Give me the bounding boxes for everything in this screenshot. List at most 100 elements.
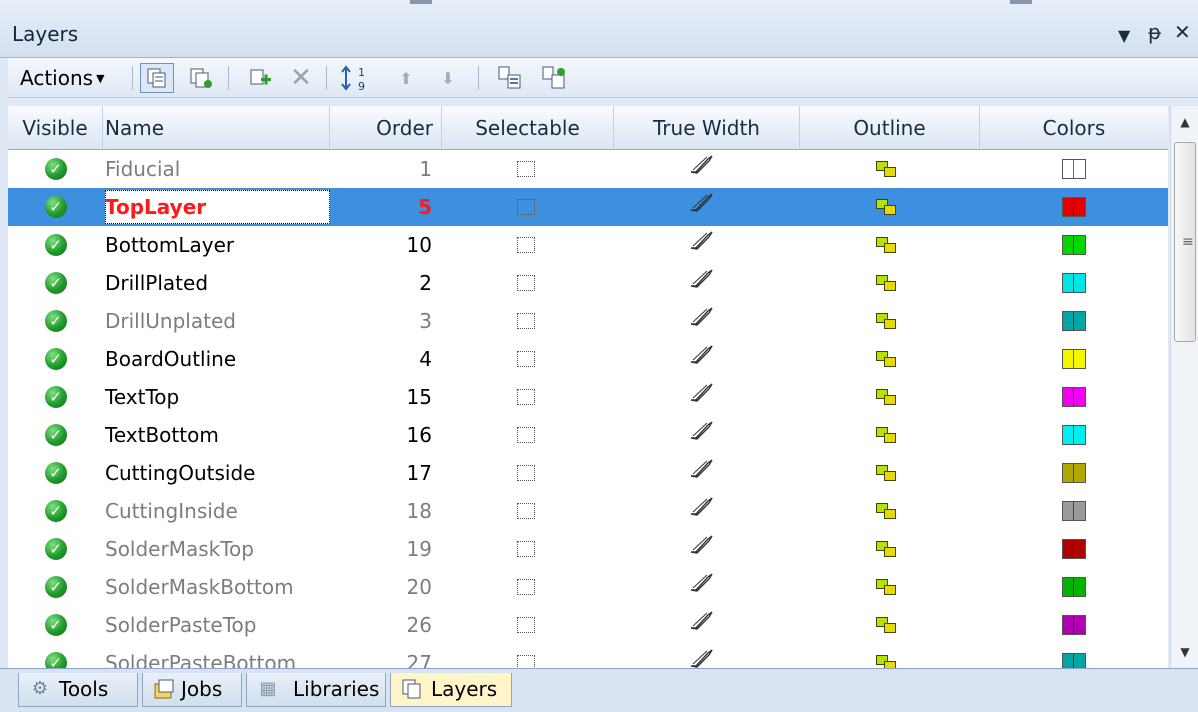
true-width-toggle[interactable] xyxy=(615,188,787,226)
true-width-toggle[interactable] xyxy=(615,416,787,454)
layer-name[interactable]: CuttingOutside xyxy=(105,454,327,492)
outline-toggle[interactable] xyxy=(801,644,971,668)
table-row[interactable]: ✓ TextBottom 16 xyxy=(8,416,1168,454)
selectable-toggle[interactable] xyxy=(446,226,606,264)
outline-toggle[interactable] xyxy=(801,416,971,454)
true-width-toggle[interactable] xyxy=(615,150,787,188)
visible-toggle[interactable]: ✓ xyxy=(8,644,103,668)
layer-order[interactable]: 3 xyxy=(330,302,432,340)
selectable-toggle[interactable] xyxy=(446,606,606,644)
selectable-toggle[interactable] xyxy=(446,188,606,226)
selectable-toggle[interactable] xyxy=(446,340,606,378)
visible-toggle[interactable]: ✓ xyxy=(8,530,103,568)
table-row[interactable]: ✓ SolderMaskTop 19 xyxy=(8,530,1168,568)
selectable-toggle[interactable] xyxy=(446,568,606,606)
actions-dropdown-button[interactable]: Actions ▼ xyxy=(20,63,128,93)
color-swatch-button[interactable] xyxy=(981,302,1167,340)
layer-order[interactable]: 19 xyxy=(330,530,432,568)
layer-order[interactable]: 26 xyxy=(330,606,432,644)
layer-order[interactable]: 5 xyxy=(330,188,432,226)
outline-toggle[interactable] xyxy=(801,150,971,188)
visible-toggle[interactable]: ✓ xyxy=(8,226,103,264)
outline-toggle[interactable] xyxy=(801,606,971,644)
table-row[interactable]: ✓ BottomLayer 10 xyxy=(8,226,1168,264)
export-layers-button[interactable] xyxy=(538,63,572,93)
layer-name[interactable]: BottomLayer xyxy=(105,226,327,264)
color-swatch-button[interactable] xyxy=(981,150,1167,188)
layer-name[interactable]: SolderPasteBottom xyxy=(105,644,327,668)
column-header-colors[interactable]: Colors xyxy=(980,106,1168,150)
dropdown-arrow-icon[interactable]: ▼ xyxy=(1118,24,1130,48)
outline-toggle[interactable] xyxy=(801,226,971,264)
true-width-toggle[interactable] xyxy=(615,226,787,264)
column-header-true-width[interactable]: True Width xyxy=(614,106,800,150)
color-swatch-button[interactable] xyxy=(981,188,1167,226)
table-row[interactable]: ✓ CuttingOutside 17 xyxy=(8,454,1168,492)
table-row[interactable]: ✓ CuttingInside 18 xyxy=(8,492,1168,530)
import-layers-button[interactable] xyxy=(494,63,528,93)
color-swatch-button[interactable] xyxy=(981,226,1167,264)
delete-layer-button[interactable]: ✕ xyxy=(284,63,318,93)
column-header-order[interactable]: Order xyxy=(330,106,442,150)
table-row[interactable]: ✓ BoardOutline 4 xyxy=(8,340,1168,378)
copy-layers-button[interactable] xyxy=(184,63,218,93)
sort-order-button[interactable]: 19 xyxy=(338,63,376,93)
layer-name[interactable]: SolderMaskBottom xyxy=(105,568,327,606)
scroll-down-icon[interactable]: ▼ xyxy=(1171,638,1198,666)
layer-name[interactable]: DrillPlated xyxy=(105,264,327,302)
outline-toggle[interactable] xyxy=(801,568,971,606)
visible-toggle[interactable]: ✓ xyxy=(8,416,103,454)
column-header-outline[interactable]: Outline xyxy=(800,106,980,150)
true-width-toggle[interactable] xyxy=(615,644,787,668)
visible-toggle[interactable]: ✓ xyxy=(8,188,103,226)
true-width-toggle[interactable] xyxy=(615,340,787,378)
layer-name[interactable]: TextTop xyxy=(105,378,327,416)
layer-order[interactable]: 20 xyxy=(330,568,432,606)
table-row[interactable]: ✓ Fiducial 1 xyxy=(8,150,1168,188)
layer-order[interactable]: 1 xyxy=(330,150,432,188)
visible-toggle[interactable]: ✓ xyxy=(8,302,103,340)
layer-name[interactable]: Fiducial xyxy=(105,150,327,188)
layer-order[interactable]: 27 xyxy=(330,644,432,668)
layer-order[interactable]: 10 xyxy=(330,226,432,264)
true-width-toggle[interactable] xyxy=(615,530,787,568)
tab-libraries[interactable]: ▦ Libraries xyxy=(246,673,386,707)
visible-toggle[interactable]: ✓ xyxy=(8,568,103,606)
outline-toggle[interactable] xyxy=(801,530,971,568)
selectable-toggle[interactable] xyxy=(446,530,606,568)
color-swatch-button[interactable] xyxy=(981,530,1167,568)
selectable-toggle[interactable] xyxy=(446,302,606,340)
vertical-scrollbar[interactable]: ▲ ≡ ▼ xyxy=(1170,106,1198,668)
move-up-button[interactable]: ⬆ xyxy=(394,63,418,93)
splitter-grip[interactable] xyxy=(410,0,432,4)
visible-toggle[interactable]: ✓ xyxy=(8,606,103,644)
column-header-visible[interactable]: Visible xyxy=(8,106,103,150)
layer-order[interactable]: 4 xyxy=(330,340,432,378)
view-layers-button[interactable] xyxy=(140,63,174,93)
layer-order[interactable]: 16 xyxy=(330,416,432,454)
layer-name[interactable]: BoardOutline xyxy=(105,340,327,378)
column-header-selectable[interactable]: Selectable xyxy=(442,106,614,150)
true-width-toggle[interactable] xyxy=(615,568,787,606)
color-swatch-button[interactable] xyxy=(981,644,1167,668)
pin-icon[interactable]: ᵽ xyxy=(1148,20,1161,44)
color-swatch-button[interactable] xyxy=(981,416,1167,454)
true-width-toggle[interactable] xyxy=(615,492,787,530)
color-swatch-button[interactable] xyxy=(981,606,1167,644)
tab-layers[interactable]: Layers xyxy=(390,673,512,707)
move-down-button[interactable]: ⬇ xyxy=(436,63,460,93)
selectable-toggle[interactable] xyxy=(446,378,606,416)
color-swatch-button[interactable] xyxy=(981,340,1167,378)
outline-toggle[interactable] xyxy=(801,188,971,226)
scroll-up-icon[interactable]: ▲ xyxy=(1171,108,1198,136)
color-swatch-button[interactable] xyxy=(981,378,1167,416)
column-header-name[interactable]: Name xyxy=(103,106,330,150)
add-layer-button[interactable] xyxy=(244,63,278,93)
layer-order[interactable]: 15 xyxy=(330,378,432,416)
tab-tools[interactable]: ⚙ Tools xyxy=(18,673,138,707)
selectable-toggle[interactable] xyxy=(446,644,606,668)
visible-toggle[interactable]: ✓ xyxy=(8,492,103,530)
table-row[interactable]: ✓ SolderMaskBottom 20 xyxy=(8,568,1168,606)
color-swatch-button[interactable] xyxy=(981,568,1167,606)
close-icon[interactable]: ✕ xyxy=(1174,20,1191,44)
